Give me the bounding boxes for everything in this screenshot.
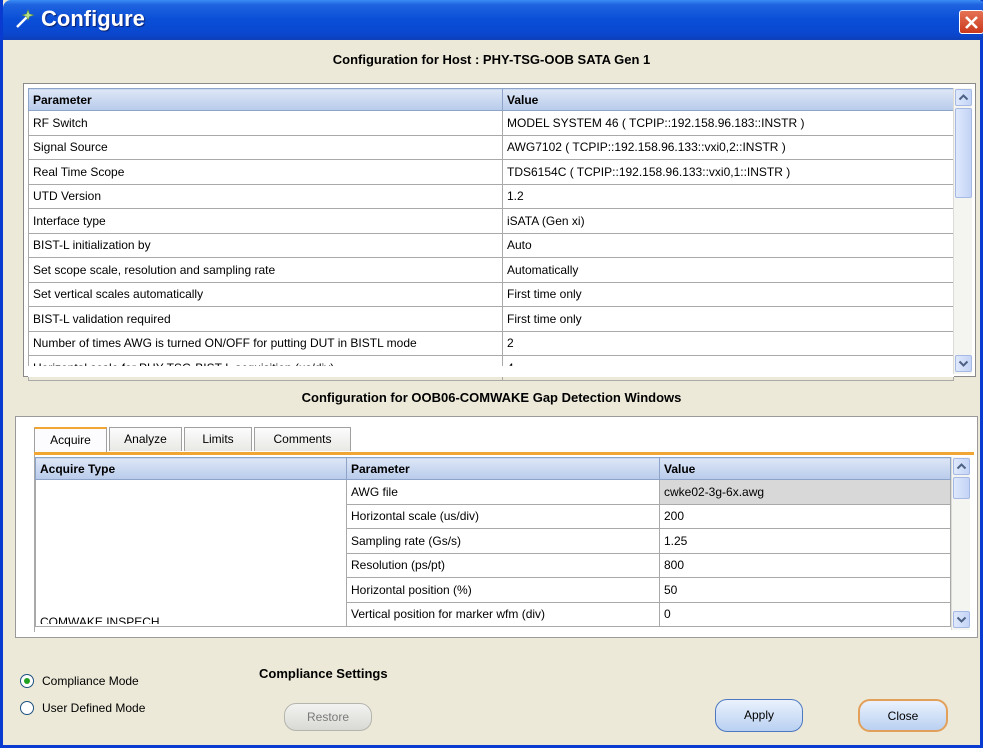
value-cell[interactable]: 200 — [659, 503, 951, 529]
column-header-parameter[interactable]: Parameter — [346, 457, 660, 480]
compliance-mode-label[interactable]: Compliance Mode — [42, 674, 139, 688]
table-row[interactable]: COMWAKE INSPECH AWG file cwke02-3g-6x.aw… — [35, 479, 951, 627]
table-row[interactable]: BIST-L validation required First time onl… — [28, 306, 954, 332]
column-header-value[interactable]: Value — [502, 88, 954, 111]
table-row[interactable]: Signal Source AWG7102 ( TCPIP::192.158.96… — [28, 134, 954, 160]
chevron-up-icon — [956, 463, 967, 470]
table-row[interactable]: Interface type iSATA (Gen xi) — [28, 208, 954, 234]
user-defined-mode-label[interactable]: User Defined Mode — [42, 701, 145, 715]
acquire-type-label: COMWAKE INSPECH — [40, 615, 160, 624]
configure-window: Configure Configuration for Host : PHY-T… — [0, 0, 983, 748]
table-row[interactable]: UTD Version 1.2 — [28, 183, 954, 209]
close-icon — [965, 16, 978, 29]
scroll-thumb[interactable] — [953, 477, 970, 499]
tab-limits[interactable]: Limits — [184, 427, 252, 451]
window-close-button[interactable] — [959, 10, 983, 34]
grid-clip — [28, 366, 954, 377]
value-cell[interactable]: 1.25 — [659, 528, 951, 554]
table-row[interactable]: BIST-L initialization by Auto — [28, 232, 954, 258]
user-defined-mode-radio[interactable] — [20, 701, 34, 715]
column-header-value[interactable]: Value — [659, 457, 951, 480]
close-button[interactable]: Close — [858, 699, 948, 732]
value-cell[interactable]: AWG7102 ( TCPIP::192.158.96.133::vxi0,2:… — [502, 134, 954, 160]
parameter-cell: Horizontal scale (us/div) — [346, 503, 660, 529]
parameter-cell: UTD Version — [28, 183, 503, 209]
value-cell-selected[interactable]: cwke02-3g-6x.awg — [659, 479, 951, 505]
column-header-parameter[interactable]: Parameter — [28, 88, 503, 111]
parameter-cell: Signal Source — [28, 134, 503, 160]
tab-analyze[interactable]: Analyze — [109, 427, 182, 451]
acquire-grid-scrollbar[interactable] — [951, 457, 970, 630]
value-cell[interactable]: 800 — [659, 552, 951, 578]
parameter-cell: Set vertical scales automatically — [28, 281, 503, 307]
value-cell[interactable]: Automatically — [502, 257, 954, 283]
apply-button[interactable]: Apply — [715, 699, 803, 732]
column-header-acquire-type[interactable]: Acquire Type — [35, 457, 347, 480]
scroll-up-button[interactable] — [955, 89, 972, 106]
table-row[interactable]: Real Time Scope TDS6154C ( TCPIP::192.158… — [28, 159, 954, 185]
parameter-cell: Sampling rate (Gs/s) — [346, 528, 660, 554]
value-cell[interactable]: 0 — [659, 601, 951, 627]
chevron-up-icon — [958, 94, 969, 101]
restore-button[interactable]: Restore — [284, 703, 372, 731]
table-row[interactable]: Set scope scale, resolution and sampling… — [28, 257, 954, 283]
parameter-cell: Vertical position for marker wfm (div) — [346, 601, 660, 627]
parameter-cell: Set scope scale, resolution and sampling… — [28, 257, 503, 283]
parameter-cell: RF Switch — [28, 110, 503, 136]
compliance-mode-radio[interactable] — [20, 674, 34, 688]
chevron-down-icon — [956, 616, 967, 623]
tab-acquire[interactable]: Acquire — [34, 427, 107, 453]
value-cell[interactable]: 2 — [502, 330, 954, 356]
scroll-down-button[interactable] — [955, 355, 972, 372]
parameter-cell: BIST-L validation required — [28, 306, 503, 332]
value-cell[interactable]: 1.2 — [502, 183, 954, 209]
title-bar[interactable]: Configure — [3, 0, 983, 40]
parameter-cell: Interface type — [28, 208, 503, 234]
compliance-settings-heading: Compliance Settings — [259, 666, 388, 681]
value-cell[interactable]: Auto — [502, 232, 954, 258]
window-title: Configure — [41, 6, 145, 31]
table-row[interactable]: Set vertical scales automatically First t… — [28, 281, 954, 307]
chevron-down-icon — [958, 360, 969, 367]
table-row[interactable]: RF Switch MODEL SYSTEM 46 ( TCPIP::192.15… — [28, 110, 954, 136]
tab-comments[interactable]: Comments — [254, 427, 351, 451]
value-cell[interactable]: iSATA (Gen xi) — [502, 208, 954, 234]
parameter-cell: Number of times AWG is turned ON/OFF for… — [28, 330, 503, 356]
wand-icon — [16, 9, 35, 28]
acquire-type-cell: COMWAKE INSPECH — [35, 479, 347, 627]
value-cell[interactable]: First time only — [502, 306, 954, 332]
parameter-cell: Horizontal position (%) — [346, 577, 660, 603]
scroll-down-button[interactable] — [953, 611, 970, 628]
parameter-cell: Real Time Scope — [28, 159, 503, 185]
parameter-cell: AWG file — [346, 479, 660, 505]
value-cell[interactable]: 50 — [659, 577, 951, 603]
value-cell[interactable]: MODEL SYSTEM 46 ( TCPIP::192.158.96.183:… — [502, 110, 954, 136]
scroll-thumb[interactable] — [955, 108, 972, 198]
host-grid-scrollbar[interactable] — [953, 88, 972, 374]
value-cell[interactable]: First time only — [502, 281, 954, 307]
scroll-up-button[interactable] — [953, 458, 970, 475]
host-config-grid: Parameter Value RF Switch MODEL SYSTEM 46… — [23, 83, 976, 381]
host-config-heading: Configuration for Host : PHY-TSG-OOB SAT… — [332, 52, 651, 67]
value-cell[interactable]: TDS6154C ( TCPIP::192.158.96.133::vxi0,1… — [502, 159, 954, 185]
test-config-heading: Configuration for OOB06-COMWAKE Gap Dete… — [301, 390, 682, 405]
parameter-cell: Resolution (ps/pt) — [346, 552, 660, 578]
radio-selected-dot — [24, 678, 30, 684]
parameter-cell: BIST-L initialization by — [28, 232, 503, 258]
table-row[interactable]: Number of times AWG is turned ON/OFF for… — [28, 330, 954, 356]
acquire-grid: Acquire Type Parameter Value COMWAKE INS… — [34, 455, 974, 632]
